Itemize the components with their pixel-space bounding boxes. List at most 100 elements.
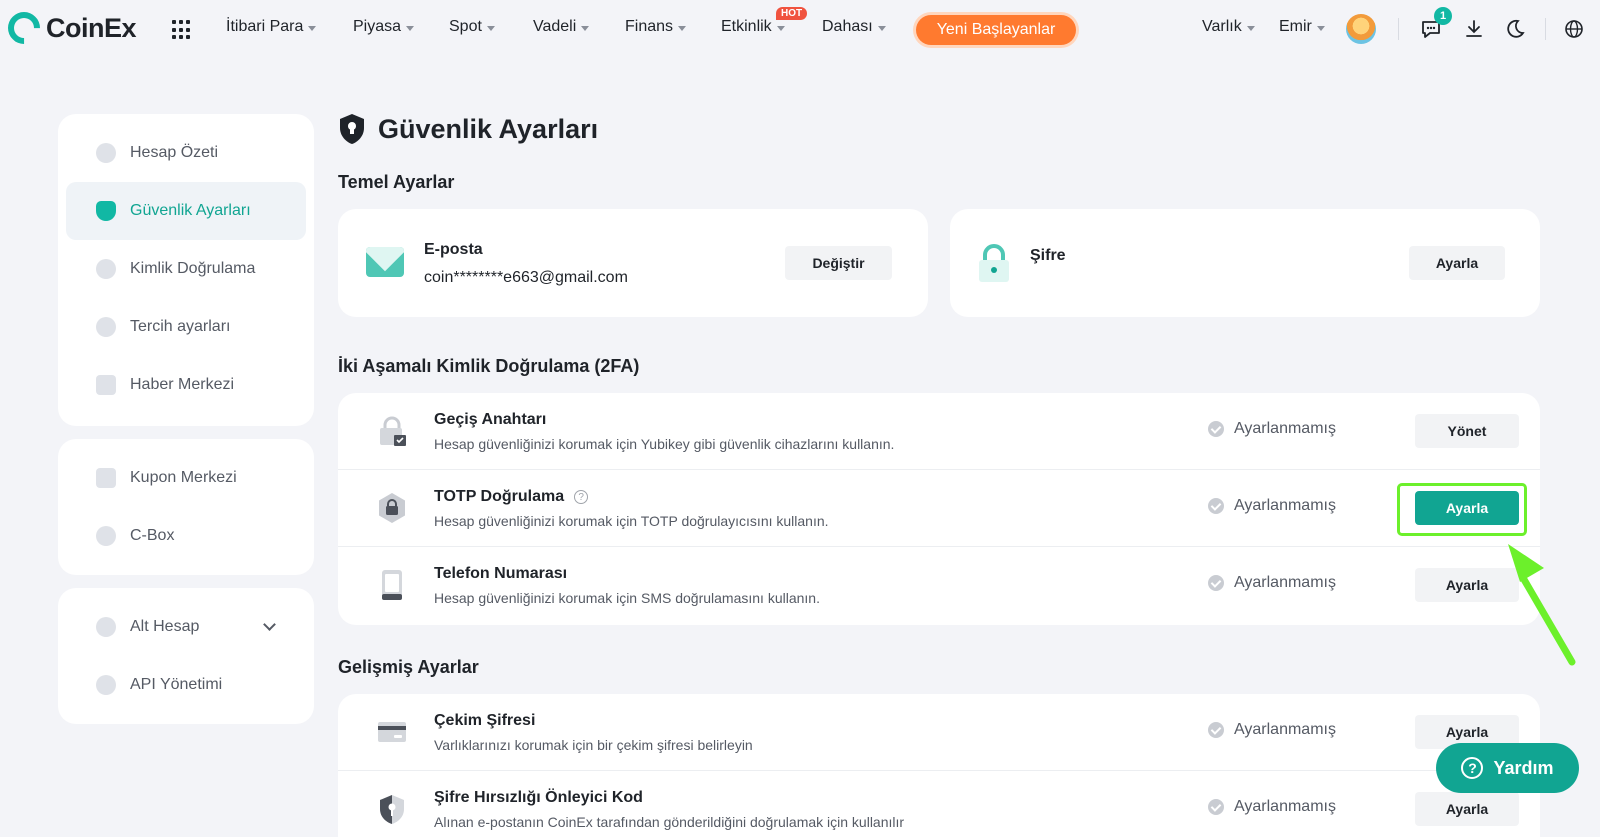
list-item-phone: Telefon Numarası Hesap güvenliğinizi kor… bbox=[338, 547, 1540, 624]
nav-fiat[interactable]: İtibari Para bbox=[226, 18, 317, 36]
shield-icon bbox=[96, 201, 116, 221]
chevron-down-icon bbox=[486, 26, 495, 31]
row-description: Hesap güvenliğinizi korumak için SMS doğ… bbox=[434, 590, 820, 606]
email-icon bbox=[366, 247, 404, 277]
manage-passkey-button[interactable]: Yönet bbox=[1415, 414, 1519, 448]
sidebar-item-security[interactable]: Güvenlik Ayarları bbox=[66, 182, 306, 240]
check-circle-icon bbox=[1208, 421, 1224, 437]
apps-grid-icon[interactable] bbox=[172, 20, 192, 40]
setup-anti-phishing-button[interactable]: Ayarla bbox=[1415, 792, 1519, 826]
phone-icon bbox=[382, 570, 402, 600]
list-item-totp: TOTP Doğrulama? Hesap güvenliğinizi koru… bbox=[338, 470, 1540, 547]
set-password-button[interactable]: Ayarla bbox=[1409, 246, 1505, 280]
row-title: TOTP Doğrulama? bbox=[434, 488, 589, 506]
shield-key-icon bbox=[380, 795, 404, 824]
email-label: E-posta bbox=[424, 241, 483, 258]
top-navbar: CoinEx İtibari Para Piyasa Spot Vadeli F… bbox=[0, 0, 1600, 58]
check-circle-icon bbox=[1208, 575, 1224, 591]
sidebar-item-verification[interactable]: Kimlik Doğrulama bbox=[66, 240, 306, 298]
nav-assets[interactable]: Varlık bbox=[1202, 18, 1255, 36]
hot-badge: HOT bbox=[776, 7, 808, 20]
row-description: Hesap güvenliğinizi korumak için Yubikey… bbox=[434, 436, 895, 452]
totp-icon bbox=[379, 493, 405, 523]
divider bbox=[1398, 18, 1399, 40]
lock-icon bbox=[979, 244, 1009, 282]
help-icon: ? bbox=[1461, 757, 1484, 779]
sub-account-icon bbox=[96, 617, 116, 637]
sidebar-item-cbox[interactable]: C-Box bbox=[66, 507, 306, 565]
section-title-basic: Temel Ayarlar bbox=[338, 172, 455, 192]
card-icon bbox=[378, 722, 406, 742]
sidebar-item-account-overview[interactable]: Hesap Özeti bbox=[66, 124, 306, 182]
list-item-withdrawal-password: Çekim Şifresi Varlıklarınızı korumak içi… bbox=[338, 694, 1540, 771]
api-icon bbox=[96, 675, 116, 695]
list-item-anti-phishing-code: Şifre Hırsızlığı Önleyici Kod Alınan e-p… bbox=[338, 771, 1540, 837]
settings-icon bbox=[96, 317, 116, 337]
chevron-down-icon bbox=[678, 26, 687, 31]
sidebar-item-preferences[interactable]: Tercih ayarları bbox=[66, 298, 306, 356]
sidebar-item-api-management[interactable]: API Yönetimi bbox=[66, 656, 306, 714]
help-icon[interactable]: ? bbox=[574, 490, 589, 504]
message-count-badge: 1 bbox=[1434, 7, 1452, 25]
section-title-advanced: Gelişmiş Ayarlar bbox=[338, 657, 479, 677]
chevron-down-icon bbox=[263, 618, 276, 631]
chevron-down-icon bbox=[308, 26, 317, 31]
section-title-2fa: İki Aşamalı Kimlik Doğrulama (2FA) bbox=[338, 356, 640, 376]
status-badge: Ayarlanmamış bbox=[1208, 497, 1336, 515]
email-value: coin********e663@gmail.com bbox=[424, 269, 628, 286]
chevron-down-icon bbox=[581, 26, 590, 31]
row-title: Çekim Şifresi bbox=[434, 712, 536, 729]
email-card: E-posta coin********e663@gmail.com Değiş… bbox=[338, 209, 928, 317]
sidebar-item-news-center[interactable]: Haber Merkezi bbox=[66, 356, 306, 414]
advanced-card: Çekim Şifresi Varlıklarınızı korumak içi… bbox=[338, 694, 1540, 837]
avatar[interactable] bbox=[1346, 14, 1376, 44]
status-badge: Ayarlanmamış bbox=[1208, 721, 1336, 739]
download-icon[interactable] bbox=[1463, 18, 1485, 40]
status-badge: Ayarlanmamış bbox=[1208, 574, 1336, 592]
beginner-button[interactable]: Yeni Başlayanlar bbox=[916, 15, 1076, 45]
chevron-down-icon bbox=[877, 26, 886, 31]
nav-finance[interactable]: Finans bbox=[625, 18, 687, 36]
row-title: Şifre Hırsızlığı Önleyici Kod bbox=[434, 789, 643, 806]
id-card-icon bbox=[96, 259, 116, 279]
chevron-down-icon bbox=[406, 26, 415, 31]
check-circle-icon bbox=[1208, 498, 1224, 514]
row-title: Telefon Numarası bbox=[434, 565, 568, 582]
news-icon bbox=[96, 375, 116, 395]
shield-icon bbox=[340, 114, 364, 144]
check-circle-icon bbox=[1208, 799, 1224, 815]
nav-events[interactable]: Etkinlik bbox=[721, 18, 785, 36]
sidebar-group-rewards: Kupon Merkezi C-Box bbox=[58, 439, 314, 575]
highlight-annotation bbox=[1397, 483, 1527, 536]
row-title: Geçiş Anahtarı bbox=[434, 411, 547, 428]
row-description: Alınan e-postanın CoinEx tarafından gönd… bbox=[434, 814, 905, 830]
help-button[interactable]: ? Yardım bbox=[1436, 743, 1579, 793]
sidebar-item-sub-account[interactable]: Alt Hesap bbox=[66, 598, 306, 656]
nav-futures[interactable]: Vadeli bbox=[533, 18, 590, 36]
passkey-icon bbox=[380, 416, 406, 446]
divider bbox=[1545, 18, 1546, 40]
password-label: Şifre bbox=[1030, 247, 1066, 264]
row-description: Varlıklarınızı korumak için bir çekim şi… bbox=[434, 737, 753, 753]
password-card: Şifre Ayarla bbox=[950, 209, 1540, 317]
nav-more[interactable]: Dahası bbox=[822, 18, 886, 36]
nav-market[interactable]: Piyasa bbox=[353, 18, 415, 36]
coinex-logo[interactable]: CoinEx bbox=[1, 5, 137, 51]
status-badge: Ayarlanmamış bbox=[1208, 420, 1336, 438]
coupon-icon bbox=[96, 468, 116, 488]
globe-icon[interactable] bbox=[1563, 18, 1585, 40]
check-circle-icon bbox=[1208, 722, 1224, 738]
sidebar-item-coupon-center[interactable]: Kupon Merkezi bbox=[66, 449, 306, 507]
row-description: Hesap güvenliğinizi korumak için TOTP do… bbox=[434, 513, 829, 529]
status-badge: Ayarlanmamış bbox=[1208, 798, 1336, 816]
twofa-card: Geçiş Anahtarı Hesap güvenliğinizi korum… bbox=[338, 393, 1540, 625]
arrow-annotation-icon bbox=[1508, 544, 1576, 666]
nav-spot[interactable]: Spot bbox=[449, 18, 495, 36]
page-title: Güvenlik Ayarları bbox=[338, 113, 598, 145]
change-email-button[interactable]: Değiştir bbox=[785, 246, 892, 280]
sidebar-group-advanced: Alt Hesap API Yönetimi bbox=[58, 588, 314, 724]
dark-mode-icon[interactable] bbox=[1504, 18, 1526, 40]
chevron-down-icon bbox=[1316, 26, 1325, 31]
nav-orders[interactable]: Emir bbox=[1279, 18, 1325, 36]
brand-name: CoinEx bbox=[46, 12, 137, 43]
